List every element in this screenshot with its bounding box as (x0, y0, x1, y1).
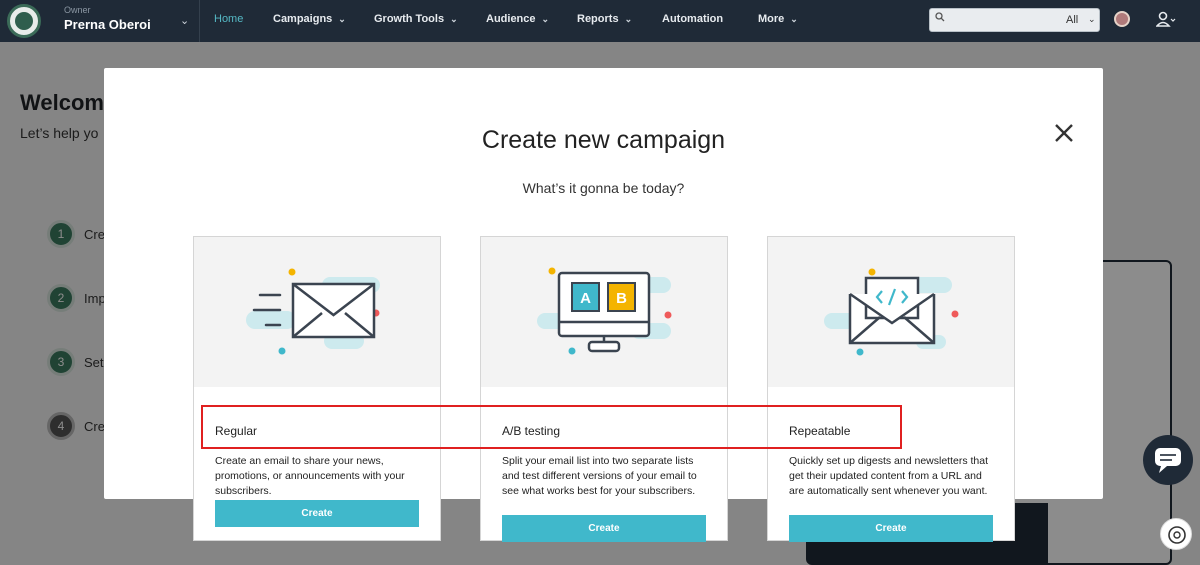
ab-label-a: A (580, 290, 591, 307)
chevron-down-icon: ⌄ (450, 14, 458, 24)
account-switcher[interactable]: Owner Prerna Oberoi (64, 5, 151, 34)
card-illustration: A B (481, 237, 727, 387)
chevron-down-icon: ⌄ (338, 14, 346, 24)
search-input[interactable]: All ⌄ (929, 8, 1100, 32)
search-icon (935, 12, 945, 22)
nav-home[interactable]: Home (214, 13, 243, 25)
card-illustration (194, 237, 440, 387)
top-nav: Owner Prerna Oberoi ⌄ Home Campaigns ⌄ Gr… (0, 0, 1200, 42)
card-description: Split your email list into two separate … (502, 455, 697, 497)
card-illustration (768, 237, 1014, 387)
search-scope[interactable]: All (1066, 14, 1078, 26)
avatar[interactable] (1114, 11, 1130, 27)
envelope-icon (246, 268, 380, 355)
campaign-card-regular[interactable]: Regular Create an email to share your ne… (193, 236, 441, 541)
ab-label-b: B (616, 290, 627, 307)
chevron-down-icon[interactable]: ⌄ (1088, 14, 1096, 25)
nav-reports[interactable]: Reports ⌄ (577, 13, 632, 25)
chevron-down-icon[interactable]: ⌄ (180, 14, 189, 27)
chevron-down-icon: ⌄ (541, 14, 550, 24)
nav-more[interactable]: More ⌄ (758, 13, 798, 25)
chevron-down-icon: ⌄ (790, 14, 798, 24)
create-repeatable-button[interactable]: Create (789, 515, 993, 542)
nav-growth-tools[interactable]: Growth Tools ⌄ (374, 13, 458, 25)
nav-automation[interactable]: Automation (662, 13, 723, 25)
close-icon[interactable] (1052, 121, 1076, 145)
chat-widget-button[interactable] (1143, 435, 1193, 485)
owner-name: Prerna Oberoi (64, 17, 151, 32)
modal-title: Create new campaign (481, 126, 726, 154)
nav-audience[interactable]: Audience ⌄ (486, 13, 549, 25)
create-regular-button[interactable]: Create (215, 500, 419, 527)
card-description: Create an email to share your news, prom… (215, 455, 405, 497)
nav-campaigns[interactable]: Campaigns ⌄ (273, 13, 346, 25)
card-description: Quickly set up digests and newsletters t… (789, 455, 989, 497)
chat-icon (1155, 448, 1181, 473)
ab-monitor-icon: A B (537, 267, 672, 355)
modal-subtitle: What’s it gonna be today? (522, 180, 685, 196)
campaign-card-ab-testing[interactable]: A B A/B testing Split your email list in… (480, 236, 728, 542)
nav-divider (199, 0, 200, 42)
openai-icon (1168, 526, 1186, 544)
owner-role: Owner (64, 5, 91, 15)
account-logo[interactable] (7, 4, 41, 38)
create-ab-testing-button[interactable]: Create (502, 515, 706, 542)
chevron-down-icon: ⌄ (624, 14, 633, 24)
annotation-highlight-box (201, 405, 902, 449)
user-icon[interactable] (1156, 11, 1176, 29)
code-envelope-icon (824, 268, 959, 356)
campaign-card-repeatable[interactable]: Repeatable Quickly set up digests and ne… (767, 236, 1015, 542)
assistant-badge[interactable] (1160, 518, 1192, 550)
